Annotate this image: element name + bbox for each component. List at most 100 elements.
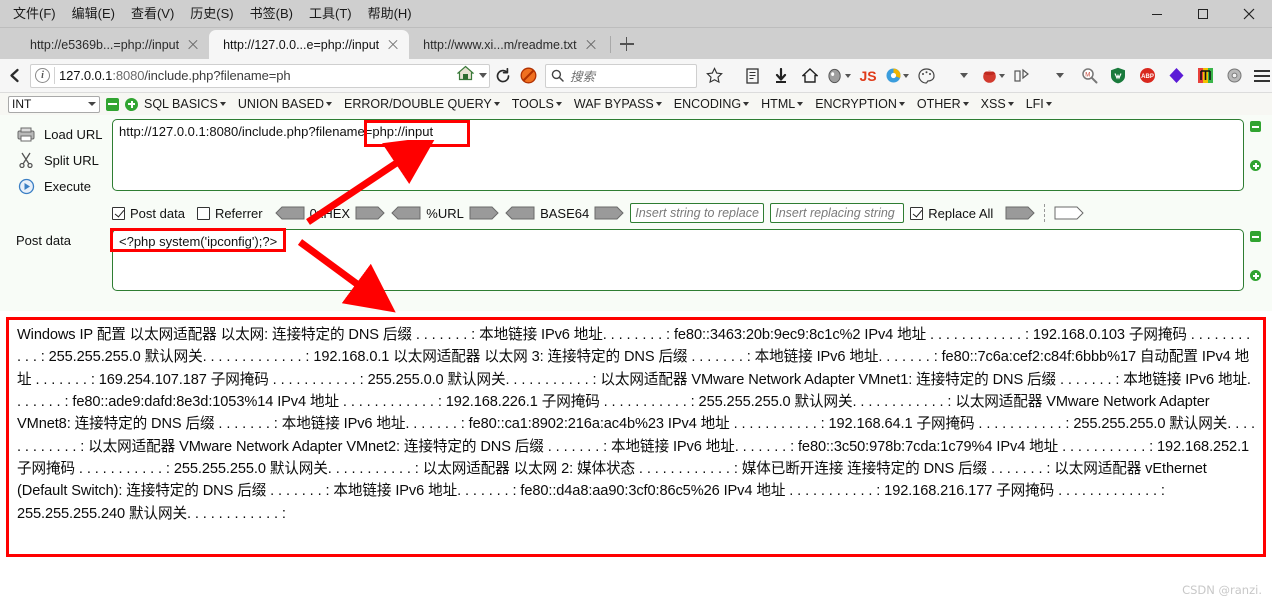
plus-icon[interactable] (1250, 270, 1261, 281)
tab-1[interactable]: http://127.0.0...e=php://input (209, 30, 410, 59)
minus-icon[interactable] (1250, 121, 1261, 132)
maximize-button[interactable] (1180, 0, 1226, 28)
chevron-down-icon[interactable] (903, 73, 909, 78)
back-arrow-icon[interactable] (6, 63, 25, 89)
page-output-area: Windows IP 配置 以太网适配器 以太网: 连接特定的 DNS 后缀 .… (0, 317, 1272, 557)
menu-history[interactable]: 历史(S) (183, 4, 240, 23)
bookmark-star-icon[interactable] (702, 63, 726, 89)
new-tab-button[interactable] (614, 31, 640, 57)
chevron-down-icon[interactable] (952, 63, 976, 89)
chevron-down-icon (962, 102, 969, 106)
minimize-button[interactable] (1134, 0, 1180, 28)
user-agent-icon[interactable] (827, 63, 851, 89)
tab-0[interactable]: http://e5369b...=php://input (16, 30, 209, 59)
hackbar-menu-union-based[interactable]: UNION BASED (232, 97, 338, 111)
hackbar-menu-tools[interactable]: TOOLS (506, 97, 568, 111)
encode-hex-button[interactable] (355, 206, 385, 220)
injection-type-select[interactable]: INT (8, 95, 100, 113)
menu-help[interactable]: 帮助(H) (361, 4, 419, 23)
info-icon[interactable]: i (35, 68, 50, 83)
execute-icon (16, 178, 36, 195)
menu-bookmarks[interactable]: 书签(B) (243, 4, 300, 23)
palette-icon[interactable] (914, 63, 938, 89)
close-icon[interactable] (583, 37, 599, 53)
decode-hex-button[interactable] (274, 206, 305, 220)
proxy-switch-icon[interactable] (1193, 63, 1217, 89)
cookie-icon[interactable] (981, 63, 1005, 89)
replace-all-checkbox[interactable]: Replace All (910, 206, 993, 221)
close-icon[interactable] (185, 37, 201, 53)
search-input[interactable]: 搜索 (570, 66, 595, 85)
hackbar-menu-sql-basics[interactable]: SQL BASICS (138, 97, 232, 111)
replace-to-input[interactable]: Insert replacing string (770, 203, 905, 223)
replace-from-input[interactable]: Insert string to replace (630, 203, 765, 223)
chevron-down-icon[interactable] (479, 73, 487, 78)
hackbar-menu-other[interactable]: OTHER (911, 97, 975, 111)
decode-base64-button[interactable] (505, 206, 535, 220)
menu-edit[interactable]: 编辑(E) (65, 4, 122, 23)
menu-label: ENCRYPTION (815, 97, 897, 111)
encode-url-button[interactable] (469, 206, 499, 220)
post-data-label: Post data (16, 233, 71, 248)
minus-icon[interactable] (1250, 231, 1261, 242)
replace-apply-button[interactable] (1005, 206, 1036, 220)
search-bar[interactable]: 搜索 (545, 63, 697, 88)
url-input[interactable]: 127.0.0.1:8080/include.php?filename=ph (59, 68, 453, 83)
hackbar-menu-xss[interactable]: XSS (975, 97, 1020, 111)
menu-label: SQL BASICS (144, 97, 218, 111)
watermark: CSDN @ranzi. (1182, 583, 1262, 597)
load-url-icon (16, 127, 36, 142)
post-data-checkbox[interactable]: Post data (112, 206, 185, 221)
close-button[interactable] (1226, 0, 1272, 28)
chevron-down-icon (743, 102, 750, 106)
reload-icon[interactable] (495, 65, 511, 87)
proxy-icon[interactable] (1010, 63, 1034, 89)
decode-url-button[interactable] (391, 206, 421, 220)
execute-button[interactable]: Execute (8, 173, 112, 199)
chevron-down-icon[interactable] (1048, 63, 1072, 89)
minus-icon[interactable] (106, 97, 119, 111)
menu-tools[interactable]: 工具(T) (302, 4, 359, 23)
wappalyzer-icon[interactable] (1106, 63, 1130, 89)
plus-icon[interactable] (125, 97, 138, 111)
hackbar-menu-lfi[interactable]: LFI (1020, 97, 1058, 111)
url-port: :8080 (112, 68, 145, 83)
hackbar-menu-encoding[interactable]: ENCODING (668, 97, 755, 111)
encode-base64-button[interactable] (594, 206, 624, 220)
injection-type-value: INT (12, 97, 32, 111)
menu-view[interactable]: 查看(V) (124, 4, 181, 23)
gear-icon[interactable] (1222, 63, 1246, 89)
js-toggle-icon[interactable]: JS (856, 63, 880, 89)
divider (1044, 204, 1046, 222)
referrer-checkbox[interactable]: Referrer (196, 206, 263, 221)
tab-2[interactable]: http://www.xi...m/readme.txt (409, 30, 607, 59)
adblock-icon[interactable]: ABP (1135, 63, 1159, 89)
zoom-search-icon[interactable]: M (1077, 63, 1101, 89)
close-icon[interactable] (385, 37, 401, 53)
download-icon[interactable] (769, 63, 793, 89)
library-icon[interactable] (740, 63, 764, 89)
firebug-icon[interactable] (885, 63, 909, 89)
chevron-down-icon (326, 102, 333, 106)
load-url-button[interactable]: Load URL (8, 121, 112, 147)
hackbar-menu-encryption[interactable]: ENCRYPTION (809, 97, 911, 111)
home-icon[interactable] (456, 65, 475, 86)
hackbar-url-textarea[interactable]: http://127.0.0.1:8080/include.php?filena… (112, 119, 1244, 191)
home-icon[interactable] (798, 63, 822, 89)
hackbar-menu-html[interactable]: HTML (755, 97, 809, 111)
replace-extra-button[interactable] (1054, 206, 1085, 220)
violent-monkey-icon[interactable] (1164, 63, 1188, 89)
chevron-down-icon[interactable] (999, 73, 1005, 78)
url-bar[interactable]: i 127.0.0.1:8080/include.php?filename=ph (30, 63, 490, 88)
hackbar-body: Load URL Split URL Execute http://127.0.… (0, 115, 1272, 311)
menu-file[interactable]: 文件(F) (6, 4, 63, 23)
hamburger-menu-icon[interactable] (1251, 63, 1272, 89)
hackbar-menu-error-double-query[interactable]: ERROR/DOUBLE QUERY (338, 97, 506, 111)
chevron-down-icon[interactable] (845, 73, 851, 78)
hackbar-url-row: Load URL Split URL Execute http://127.0.… (8, 119, 1264, 199)
no-script-icon[interactable] (516, 63, 540, 89)
split-url-button[interactable]: Split URL (8, 147, 112, 173)
hackbar-menu-waf-bypass[interactable]: WAF BYPASS (568, 97, 668, 111)
plus-icon[interactable] (1250, 160, 1261, 171)
post-data-textarea[interactable]: <?php system('ipconfig');?> (112, 229, 1244, 291)
